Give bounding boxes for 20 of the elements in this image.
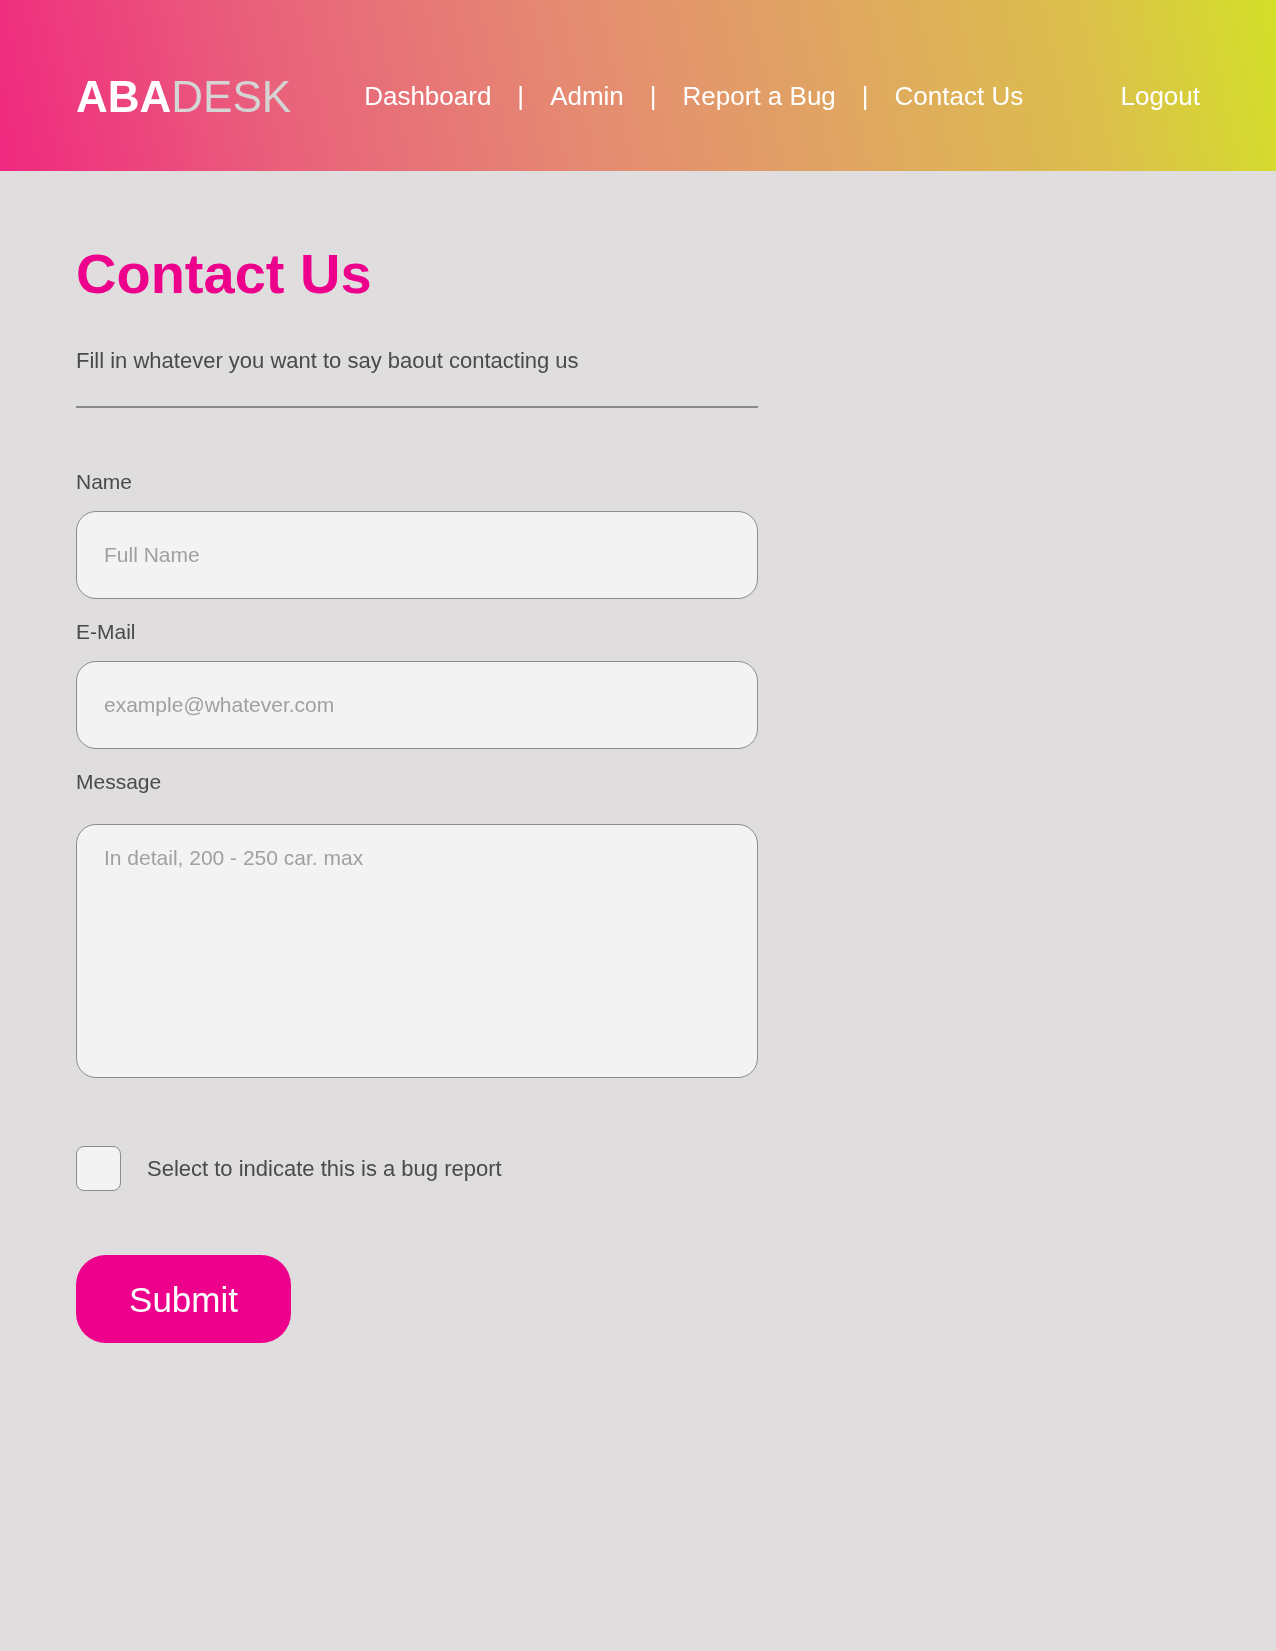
nav-link[interactable]: Contact Us <box>894 80 1024 113</box>
field-label: Name <box>76 469 134 496</box>
field-label: E-Mail <box>76 619 137 646</box>
text-area-field[interactable]: In detail, 200 - 250 car. max <box>76 824 758 1079</box>
text-input-field[interactable]: Full Name <box>76 511 758 600</box>
page-title: Contact Us <box>76 241 373 307</box>
logout-link[interactable]: Logout <box>1120 80 1200 113</box>
checkbox-label: Select to indicate this is a bug report <box>147 1155 502 1184</box>
nav-link[interactable]: Dashboard <box>364 80 492 113</box>
logo[interactable]: ABADESK <box>76 74 292 119</box>
nav-separator: | <box>517 80 525 113</box>
intro-text: Fill in whatever you want to say baout contacting us <box>76 347 580 376</box>
text-input-field[interactable]: example@whatever.com <box>76 661 758 750</box>
field-label: Message <box>76 769 163 796</box>
nav-separator: | <box>649 80 657 113</box>
nav-separator: | <box>861 80 869 113</box>
nav-link[interactable]: Admin <box>550 80 624 113</box>
checkbox[interactable] <box>76 1146 121 1192</box>
submit-button[interactable]: Submit <box>76 1255 291 1344</box>
nav-link[interactable]: Report a Bug <box>682 80 836 113</box>
